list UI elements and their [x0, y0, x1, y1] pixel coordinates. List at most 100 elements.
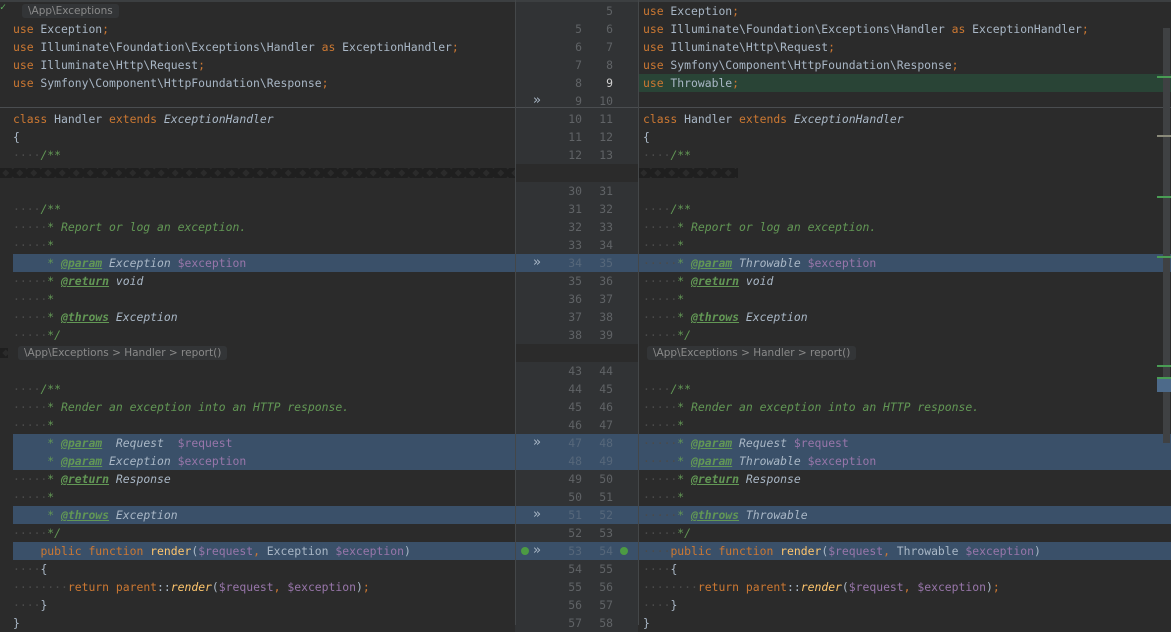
- right-code-line[interactable]: ·····*: [638, 416, 1171, 434]
- left-code-line[interactable]: * @throws Exception: [13, 506, 515, 524]
- code-token: void: [109, 274, 144, 288]
- right-code-line[interactable]: ·····* @param Throwable $exception: [638, 452, 1171, 470]
- left-code-line[interactable]: [0, 362, 515, 380]
- diff-marker[interactable]: [1157, 135, 1171, 137]
- right-code-line[interactable]: ·····* @return Response: [638, 470, 1171, 488]
- right-code-line[interactable]: ·····*/: [638, 326, 1171, 344]
- code-token: ;: [1081, 22, 1089, 36]
- right-code-line[interactable]: ·····*: [638, 488, 1171, 506]
- right-code-line[interactable]: ·····* Report or log an exception.: [638, 218, 1171, 236]
- right-code-line[interactable]: }: [638, 614, 1171, 632]
- left-code-line[interactable]: ·····* Render an exception into an HTTP …: [0, 398, 515, 416]
- right-code-line[interactable]: ····public function render($request, Thr…: [638, 542, 1171, 560]
- code-token: ;: [951, 58, 959, 72]
- right-code-line[interactable]: ·····* @throws Throwable: [638, 506, 1171, 524]
- left-code-line[interactable]: ·····*: [0, 236, 515, 254]
- right-line-number: 35: [599, 256, 613, 270]
- left-code-line[interactable]: ·····* @throws Exception: [0, 308, 515, 326]
- breadcrumb[interactable]: \App\Exceptions: [22, 4, 119, 18]
- left-code-line[interactable]: ····/**: [0, 146, 515, 164]
- right-code-line[interactable]: use Illuminate\Http\Request;: [638, 38, 1171, 56]
- left-code-line[interactable]: ····/**: [0, 380, 515, 398]
- left-code-line[interactable]: use Illuminate\Foundation\Exceptions\Han…: [0, 38, 515, 56]
- implements-icon[interactable]: [521, 547, 529, 555]
- right-code-line[interactable]: ····/**: [638, 380, 1171, 398]
- diff-marker[interactable]: [1157, 76, 1171, 78]
- right-code-line[interactable]: [638, 362, 1171, 380]
- code-token: ·····: [13, 310, 48, 324]
- left-code-line[interactable]: use Symfony\Component\HttpFoundation\Res…: [0, 74, 515, 92]
- right-code-line[interactable]: ····{: [638, 560, 1171, 578]
- left-code-line[interactable]: }: [0, 614, 515, 632]
- right-code-line[interactable]: use Throwable;: [638, 74, 1171, 92]
- diff-marker[interactable]: [1157, 196, 1171, 198]
- right-code-line[interactable]: use Illuminate\Foundation\Exceptions\Han…: [638, 20, 1171, 38]
- breadcrumb[interactable]: \App\Exceptions > Handler > report(): [18, 346, 228, 360]
- left-code-line[interactable]: [0, 164, 515, 182]
- left-code-line[interactable]: ····{: [0, 560, 515, 578]
- left-code-line[interactable]: ·····*: [0, 488, 515, 506]
- right-code-line[interactable]: use Exception;: [638, 2, 1171, 20]
- left-code-line[interactable]: ········return parent::render($request, …: [0, 578, 515, 596]
- apply-change-chevron-double-right-icon[interactable]: »: [533, 254, 541, 272]
- left-code-line[interactable]: ·····* Report or log an exception.: [0, 218, 515, 236]
- left-code-line[interactable]: * @param Exception $exception: [13, 254, 515, 272]
- left-code-line[interactable]: [0, 182, 515, 200]
- left-code-line[interactable]: ·····* @return void: [0, 272, 515, 290]
- code-token: Handler: [47, 112, 110, 126]
- diff-marker[interactable]: [1157, 378, 1171, 392]
- code-token: {: [643, 130, 650, 144]
- apply-change-chevron-double-right-icon[interactable]: »: [533, 434, 541, 452]
- implements-icon[interactable]: [620, 547, 628, 555]
- code-token: ····: [13, 562, 41, 576]
- diff-marker[interactable]: [1157, 256, 1171, 258]
- left-code-line[interactable]: ·····*: [0, 416, 515, 434]
- code-token: ·····: [13, 274, 48, 288]
- right-code-line[interactable]: ·····* @param Request $request: [638, 434, 1171, 452]
- left-code-line[interactable]: use Exception;: [0, 20, 515, 38]
- right-code-line[interactable]: [638, 164, 1171, 182]
- code-token: ·····: [13, 220, 48, 234]
- right-code-line[interactable]: use Symfony\Component\HttpFoundation\Res…: [638, 56, 1171, 74]
- right-code-line[interactable]: ·····* Render an exception into an HTTP …: [638, 398, 1171, 416]
- right-code-line[interactable]: ·····*/: [638, 524, 1171, 542]
- left-code-line[interactable]: ·····*/: [0, 326, 515, 344]
- left-code-line[interactable]: * @param Request $request: [13, 434, 515, 452]
- code-token: ·····: [13, 292, 48, 306]
- right-code-line[interactable]: ····/**: [638, 146, 1171, 164]
- right-code-line[interactable]: ·····* @param Throwable $exception: [638, 254, 1171, 272]
- right-code-line[interactable]: ·····*: [638, 290, 1171, 308]
- left-code-line[interactable]: ·····*: [0, 290, 515, 308]
- right-code-line[interactable]: class Handler extends ExceptionHandler: [638, 110, 1171, 128]
- right-code-line[interactable]: [638, 182, 1171, 200]
- breadcrumb[interactable]: \App\Exceptions > Handler > report(): [647, 346, 857, 360]
- left-code-line[interactable]: \App\Exceptions: [0, 2, 515, 20]
- left-code-line[interactable]: * @param Exception $exception: [13, 452, 515, 470]
- right-line-number: 34: [599, 238, 613, 252]
- left-code-line[interactable]: public function render($request, Excepti…: [13, 542, 515, 560]
- left-code-line[interactable]: \App\Exceptions > Handler > report(): [0, 344, 515, 362]
- left-code-line[interactable]: ·····*/: [0, 524, 515, 542]
- apply-change-chevron-double-right-icon[interactable]: »: [533, 542, 541, 560]
- left-code-line[interactable]: {: [0, 128, 515, 146]
- left-code-line[interactable]: class Handler extends ExceptionHandler: [0, 110, 515, 128]
- code-token: @return: [691, 274, 740, 288]
- diff-marker[interactable]: [1157, 377, 1171, 379]
- left-code-line[interactable]: ·····* @return Response: [0, 470, 515, 488]
- code-token: ExceptionHandler: [965, 22, 1082, 36]
- apply-change-chevron-double-right-icon[interactable]: »: [533, 506, 541, 524]
- right-code-line[interactable]: ·····* @throws Exception: [638, 308, 1171, 326]
- left-code-line[interactable]: ····/**: [0, 200, 515, 218]
- left-code-line[interactable]: use Illuminate\Http\Request;: [0, 56, 515, 74]
- right-code-line[interactable]: ·····* @return void: [638, 272, 1171, 290]
- diff-marker[interactable]: [1157, 365, 1171, 367]
- diff-viewer[interactable]: \App\Exceptions 5 use Exception; use Except…: [0, 2, 1171, 632]
- right-code-line[interactable]: ········return parent::render($request, …: [638, 578, 1171, 596]
- right-code-line[interactable]: \App\Exceptions > Handler > report(): [638, 344, 1171, 362]
- code-token: ::: [157, 580, 171, 594]
- left-code-line[interactable]: ····}: [0, 596, 515, 614]
- right-code-line[interactable]: {: [638, 128, 1171, 146]
- right-code-line[interactable]: ····}: [638, 596, 1171, 614]
- right-code-line[interactable]: ····/**: [638, 200, 1171, 218]
- right-code-line[interactable]: ·····*: [638, 236, 1171, 254]
